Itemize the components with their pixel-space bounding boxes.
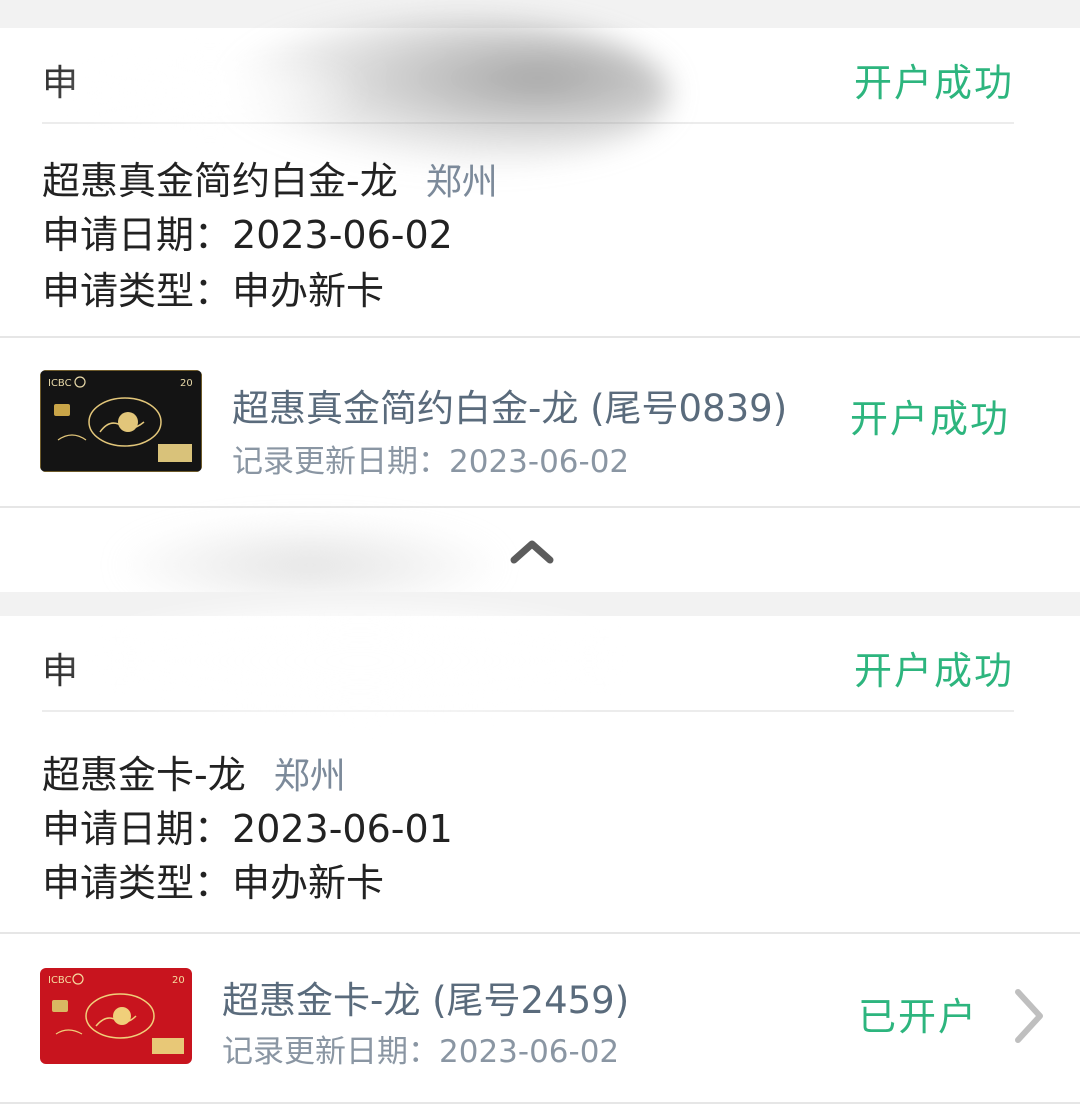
card-city: 郑州	[273, 756, 346, 797]
issued-card-status: 已开户	[858, 995, 979, 1039]
svg-text:ICBC: ICBC	[48, 975, 72, 986]
apply-date-line: 申请日期：2023-06-02	[42, 204, 453, 259]
card-product-name: 超惠金卡-龙	[42, 753, 246, 797]
application-number-label: 申	[42, 63, 80, 104]
top-separator	[0, 0, 1080, 28]
issued-card-title: 超惠真金简约白金-龙 (尾号0839)	[232, 387, 788, 430]
card-thumbnail: ICBC 20	[40, 370, 202, 472]
record-update-label: 记录更新日期：	[232, 444, 449, 480]
application-status: 开户成功	[853, 61, 1014, 105]
divider	[0, 1102, 1080, 1104]
card-thumbnail: ICBC 20	[40, 968, 192, 1064]
application-header: 申 开户成功	[42, 616, 1014, 712]
application-number-label: 申	[42, 651, 80, 692]
card-image-icon: ICBC 20	[40, 968, 192, 1064]
apply-type-value: 申办新卡	[232, 861, 385, 905]
chevron-up-icon	[510, 540, 554, 564]
apply-date-value: 2023-06-01	[232, 807, 453, 851]
card-image-icon: ICBC 20	[40, 370, 202, 472]
apply-type-label: 申请类型：	[42, 861, 233, 905]
record-update-line: 记录更新日期：2023-06-02	[232, 436, 629, 481]
issued-card-title: 超惠金卡-龙 (尾号2459)	[222, 979, 630, 1022]
card-product-title: 超惠金卡-龙 郑州	[42, 744, 346, 799]
issued-card-item[interactable]: ICBC 20 超惠真金简约白金-龙 (尾号0839) 记录更新日期：2023-…	[0, 340, 1080, 506]
record-update-line: 记录更新日期：2023-06-02	[222, 1026, 619, 1071]
issued-card-item[interactable]: ICBC 20 超惠金卡-龙 (尾号2459) 记录更新日期：2023-06-0…	[0, 936, 1080, 1102]
apply-date-label: 申请日期：	[42, 807, 233, 851]
apply-type-line: 申请类型：申办新卡	[42, 260, 384, 315]
application-card: 申 开户成功 超惠金卡-龙 郑州 申请日期：2023-06-01 申请类型：申办新…	[0, 606, 1080, 1110]
card-product-name: 超惠真金简约白金-龙	[42, 159, 398, 203]
detail-arrow[interactable]	[1010, 984, 1050, 1048]
record-update-date: 2023-06-02	[439, 1034, 620, 1070]
record-update-label: 记录更新日期：	[222, 1034, 439, 1070]
apply-date-line: 申请日期：2023-06-01	[42, 798, 453, 853]
section-separator	[0, 592, 1080, 616]
application-status: 开户成功	[853, 649, 1014, 693]
application-header: 申 开户成功	[42, 28, 1014, 124]
apply-date-value: 2023-06-02	[232, 213, 453, 257]
apply-date-label: 申请日期：	[42, 213, 233, 257]
divider	[0, 932, 1080, 934]
issued-card-status: 开户成功	[850, 397, 1011, 441]
chevron-right-icon	[1015, 989, 1043, 1043]
divider	[0, 336, 1080, 338]
card-product-title: 超惠真金简约白金-龙 郑州	[42, 150, 498, 205]
record-update-date: 2023-06-02	[449, 444, 630, 480]
apply-type-label: 申请类型：	[42, 269, 233, 313]
svg-text:20: 20	[172, 975, 185, 986]
card-city: 郑州	[425, 162, 498, 203]
apply-type-line: 申请类型：申办新卡	[42, 852, 384, 907]
svg-text:ICBC: ICBC	[48, 378, 72, 389]
application-card: 申 开户成功 超惠真金简约白金-龙 郑州 申请日期：2023-06-02 申请类型…	[0, 18, 1080, 508]
apply-type-value: 申办新卡	[232, 269, 385, 313]
collapse-button[interactable]	[500, 528, 564, 574]
svg-text:20: 20	[180, 378, 193, 389]
